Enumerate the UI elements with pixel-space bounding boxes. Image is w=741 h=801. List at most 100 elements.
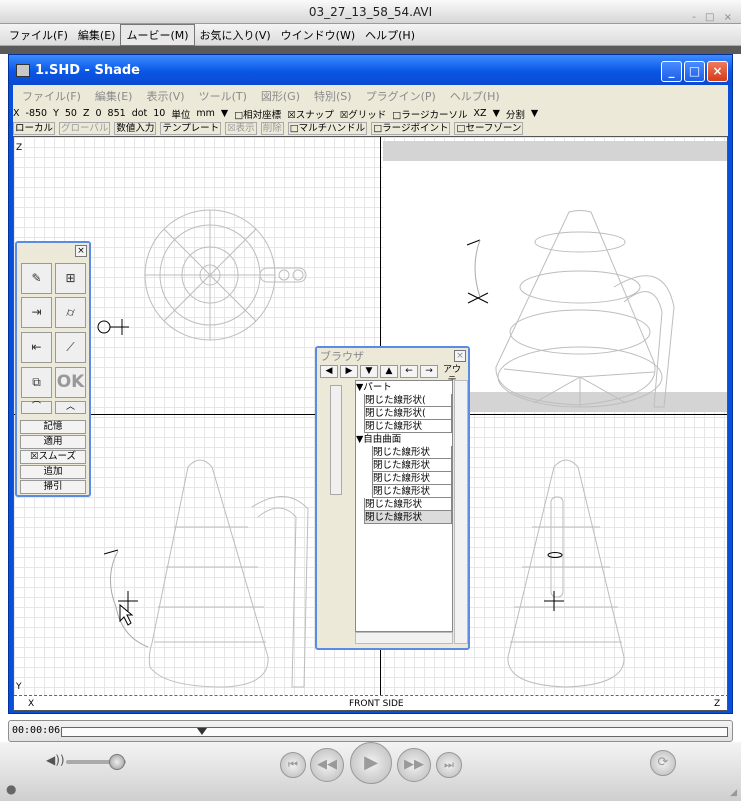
browser-group-row[interactable]: ▼パート <box>356 381 452 394</box>
shade-menu-plugin[interactable]: プラグイン(P) <box>359 88 443 104</box>
z-value[interactable]: 0 <box>96 108 102 119</box>
browser-tree[interactable]: ▼パート 閉じた線形状(閉じた線形状(閉じた線形状 ▼自由曲面 閉じた線形状 閉じた線形… <box>355 380 453 632</box>
browser-item-row[interactable]: 閉じた線形状 <box>372 459 452 472</box>
browser-group-row[interactable]: ▼自由曲面 <box>356 433 452 446</box>
speaker-icon[interactable]: ◀)) <box>46 753 65 767</box>
minimize-button[interactable]: _ <box>661 61 682 82</box>
menu-movie[interactable]: ムービー(M) <box>120 23 195 46</box>
forward-arrow-icon[interactable]: → <box>420 365 438 378</box>
outline-button[interactable]: アウテ <box>440 365 464 386</box>
shade-menu-shape[interactable]: 図形(G) <box>254 88 307 104</box>
ok-button[interactable]: OK <box>55 367 86 398</box>
numeric-input-button[interactable]: 数値入力 <box>114 122 157 135</box>
browser-titlebar[interactable]: ブラウザ × <box>317 348 468 365</box>
browser-side-pane <box>320 380 352 644</box>
browser-panel[interactable]: ブラウザ × ◀ ▶ ▼ ▲ ← → アウテ ▼パート閉じた線形状(閉じた線形状… <box>315 346 470 650</box>
up-arrow-icon[interactable]: ▲ <box>380 365 398 378</box>
palette-titlebar[interactable]: × <box>17 243 89 259</box>
close-button[interactable]: × <box>707 61 728 82</box>
y-value[interactable]: 50 <box>65 108 77 119</box>
add-button[interactable]: 追加 <box>20 465 86 479</box>
browser-item-row[interactable]: 閉じた線形状( <box>364 394 452 407</box>
plane-select[interactable]: XZ <box>474 108 487 119</box>
browser-close-icon[interactable]: × <box>454 350 466 362</box>
snap-checkbox[interactable]: ☒スナップ <box>287 107 334 121</box>
unit-label: 単位 <box>171 109 191 121</box>
copy-tool-icon[interactable]: ⧉ <box>21 367 52 398</box>
shade-menu-help[interactable]: ヘルプ(H) <box>443 88 507 104</box>
template-button[interactable]: テンプレート <box>160 122 222 135</box>
browser-slider[interactable] <box>330 385 342 495</box>
show-checkbox[interactable]: ☒表示 <box>225 122 257 135</box>
back-arrow-icon[interactable]: ← <box>400 365 418 378</box>
browser-item-row[interactable]: 閉じた線形状( <box>364 407 452 420</box>
refresh-icon[interactable]: ⟳ <box>650 750 676 776</box>
scale-tool-icon[interactable]: ⇤ <box>21 332 52 363</box>
local-button[interactable]: ローカル <box>13 122 56 135</box>
shade-menu-file[interactable]: ファイル(F) <box>15 88 88 104</box>
shade-menu-view[interactable]: 表示(V) <box>139 88 191 104</box>
global-button[interactable]: グローバル <box>59 122 111 135</box>
large-point-checkbox[interactable]: □ラージポイント <box>371 122 451 135</box>
sweep-button[interactable]: 掃引 <box>20 480 86 494</box>
part-tree-tool-icon[interactable]: ⊞ <box>55 263 86 294</box>
shade-titlebar[interactable]: 1.SHD - Shade _ □ × <box>9 55 732 85</box>
shade-menu-special[interactable]: 特別(S) <box>307 88 359 104</box>
shade-menu-tools[interactable]: ツール(T) <box>192 88 254 104</box>
menu-file[interactable]: ファイル(F) <box>4 25 73 45</box>
browser-item-row[interactable]: 閉じた線形状 <box>364 498 452 511</box>
browser-item-row[interactable]: 閉じた線形状 <box>372 485 452 498</box>
tool-palette[interactable]: × ✎ ⊞ ⇥ ⌭ ⇤ ⟋ ⧉ OK ⌒ ︿ 記憶 適用 ☒スムーズ 追加 掃引 <box>15 241 91 497</box>
browser-vertical-scrollbar[interactable] <box>454 380 468 644</box>
left-arrow-icon[interactable]: ◀ <box>320 365 338 378</box>
rewind-icon[interactable]: ◀◀ <box>310 748 344 782</box>
move-tool-icon[interactable]: ⇥ <box>21 297 52 328</box>
multi-handle-checkbox[interactable]: □マルチハンドル <box>287 122 368 135</box>
play-icon[interactable]: ▶ <box>350 742 392 784</box>
memorize-button[interactable]: 記憶 <box>20 420 86 434</box>
large-cursor-checkbox[interactable]: □ラージカーソル <box>392 107 467 121</box>
menu-window[interactable]: ウインドウ(W) <box>276 25 360 45</box>
volume-knob[interactable] <box>109 754 125 770</box>
shade-menu-edit[interactable]: 編集(E) <box>88 88 140 104</box>
fast-forward-icon[interactable]: ▶▶ <box>397 748 431 782</box>
distance-value[interactable]: 851 <box>108 108 126 119</box>
browser-horizontal-scrollbar[interactable] <box>355 632 453 644</box>
grid-checkbox[interactable]: ☒グリッド <box>340 107 387 121</box>
menu-edit[interactable]: 編集(E) <box>73 25 121 45</box>
relative-coords-checkbox[interactable]: □相対座標 <box>234 107 281 121</box>
plane-dropdown-icon[interactable]: ▼ <box>493 108 500 119</box>
browser-item-row[interactable]: 閉じた線形状 <box>364 511 452 524</box>
smooth-peak-icon[interactable]: ⌒ <box>21 401 52 414</box>
cylinder-tool-icon[interactable]: ⌭ <box>55 297 86 328</box>
player-controls: ◀)) ⏮ ◀◀ ▶ ▶▶ ⏭ ⟳ ● ◢ <box>0 742 741 801</box>
menu-help[interactable]: ヘルプ(H) <box>360 25 420 45</box>
palette-close-icon[interactable]: × <box>75 245 87 257</box>
playhead-marker[interactable] <box>197 728 208 735</box>
line-tool-icon[interactable]: ⟋ <box>55 332 86 363</box>
browser-item-row[interactable]: 閉じた線形状 <box>372 472 452 485</box>
grid-size-value[interactable]: 10 <box>153 108 165 119</box>
sharp-peak-icon[interactable]: ︿ <box>55 401 86 414</box>
x-value[interactable]: -850 <box>26 108 48 119</box>
split-dropdown-icon[interactable]: ▼ <box>531 108 538 119</box>
resize-grip-icon[interactable]: ◢ <box>730 788 737 798</box>
browser-item-row[interactable]: 閉じた線形状 <box>372 446 452 459</box>
smooth-checkbox[interactable]: ☒スムーズ <box>20 450 86 464</box>
delete-button[interactable]: 削除 <box>260 122 284 135</box>
right-arrow-icon[interactable]: ▶ <box>340 365 358 378</box>
pencil-tool-icon[interactable]: ✎ <box>21 263 52 294</box>
skip-forward-icon[interactable]: ⏭ <box>436 752 462 778</box>
timeline-track[interactable] <box>61 727 728 737</box>
unit-select[interactable]: mm <box>196 108 215 119</box>
split-select[interactable]: 分割 <box>506 107 525 121</box>
browser-item-row[interactable]: 閉じた線形状 <box>364 420 452 433</box>
skip-back-icon[interactable]: ⏮ <box>280 752 306 778</box>
unit-dropdown-icon[interactable]: ▼ <box>221 108 228 119</box>
down-arrow-icon[interactable]: ▼ <box>360 365 378 378</box>
menu-favorites[interactable]: お気に入り(V) <box>195 25 276 45</box>
maximize-button[interactable]: □ <box>684 61 705 82</box>
safe-zone-checkbox[interactable]: □セーフゾーン <box>454 122 524 135</box>
side-view-spout <box>550 496 564 598</box>
apply-button[interactable]: 適用 <box>20 435 86 449</box>
